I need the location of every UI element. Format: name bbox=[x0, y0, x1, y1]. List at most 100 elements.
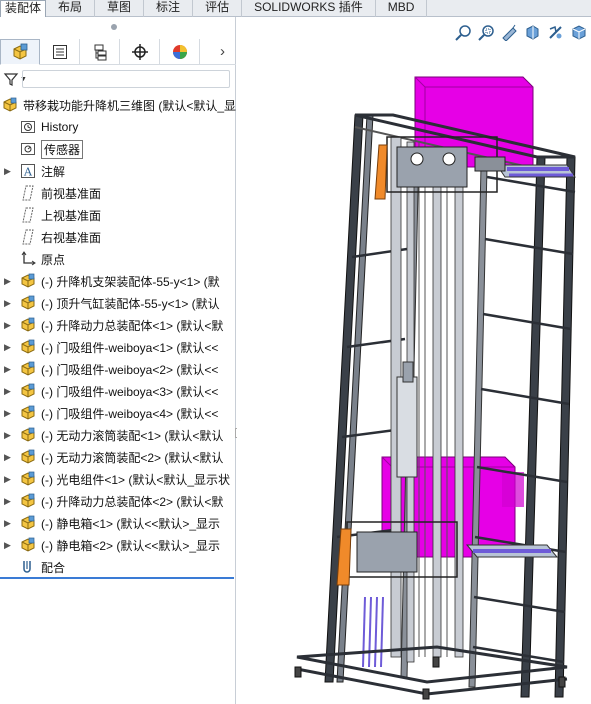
tab-evaluate[interactable]: 评估 bbox=[193, 0, 243, 17]
expand-arrow-icon[interactable]: ▶ bbox=[4, 474, 12, 485]
tree-item-front-plane[interactable]: 前视基准面 bbox=[0, 182, 236, 204]
tree-item-subassembly[interactable]: ▶ (-) 光电组件<1> (默认<默认_显示状 bbox=[0, 468, 236, 490]
tree-item-origin[interactable]: 原点 bbox=[0, 248, 236, 270]
subassembly-icon bbox=[20, 405, 36, 421]
tab-layout[interactable]: 布局 bbox=[46, 0, 96, 17]
tree-item-label: (-) 升降机支架装配体-55-y<1> (默 bbox=[41, 274, 220, 289]
tree-item-mates[interactable]: 配合 bbox=[0, 556, 236, 578]
expand-arrow-icon[interactable]: ▶ bbox=[4, 298, 12, 309]
property-manager-icon bbox=[52, 44, 67, 59]
expand-arrow-icon[interactable]: ▶ bbox=[4, 276, 12, 287]
tree-item-label: 上视基准面 bbox=[41, 208, 102, 223]
solidworks-window: 装配体 布局 草图 标注 评估 SOLIDWORKS 插件 MBD › ▼ 带移… bbox=[0, 0, 591, 704]
tree-item-sensors[interactable]: 传感器 bbox=[0, 138, 236, 160]
mates-icon bbox=[20, 559, 36, 575]
feature-manager-panel: › ▼ 带移栽功能升降机三维图 (默认<默认_显 History 传感器 ▶ A… bbox=[0, 17, 236, 704]
property-manager-tab[interactable] bbox=[40, 38, 80, 65]
tree-item-subassembly[interactable]: ▶ (-) 升降机支架装配体-55-y<1> (默 bbox=[0, 270, 236, 292]
assembly-icon bbox=[2, 97, 18, 113]
expand-arrow-icon[interactable]: ▶ bbox=[4, 386, 12, 397]
tree-item-label: (-) 升降动力总装配体<1> (默认<默 bbox=[41, 318, 224, 333]
configuration-manager-icon bbox=[94, 44, 106, 60]
filter-icon[interactable] bbox=[3, 71, 19, 87]
tab-markup[interactable]: 标注 bbox=[144, 0, 194, 17]
rollback-bar[interactable] bbox=[0, 577, 234, 579]
graphics-area[interactable] bbox=[237, 17, 591, 704]
subassembly-icon bbox=[20, 383, 36, 399]
expand-arrow-icon[interactable]: ▶ bbox=[4, 540, 12, 551]
tree-item-label: 原点 bbox=[41, 252, 66, 267]
tree-item-subassembly[interactable]: ▶ (-) 升降动力总装配体<2> (默认<默 bbox=[0, 490, 236, 512]
tree-item-label: (-) 无动力滚筒装配<2> (默认<默认 bbox=[41, 450, 224, 465]
tree-item-label: (-) 静电箱<1> (默认<<默认>_显示 bbox=[41, 516, 221, 531]
subassembly-icon bbox=[20, 515, 36, 531]
tree-item-subassembly[interactable]: ▶ (-) 门吸组件-weiboya<4> (默认<< bbox=[0, 402, 236, 424]
expand-arrow-icon[interactable]: ▶ bbox=[4, 518, 12, 529]
tree-item-subassembly[interactable]: ▶ (-) 无动力滚筒装配<2> (默认<默认 bbox=[0, 446, 236, 468]
configuration-manager-tab[interactable] bbox=[80, 38, 120, 65]
tree-item-label: (-) 无动力滚筒装配<1> (默认<默认 bbox=[41, 428, 224, 443]
plane-icon bbox=[20, 185, 36, 201]
dimxpert-manager-tab[interactable] bbox=[120, 38, 160, 65]
display-manager-tab[interactable] bbox=[160, 38, 200, 65]
plane-icon bbox=[20, 229, 36, 245]
tree-item-label: 右视基准面 bbox=[41, 230, 102, 245]
plane-icon bbox=[20, 207, 36, 223]
expand-arrow-icon[interactable]: ▶ bbox=[4, 342, 12, 353]
sensor-icon bbox=[20, 141, 36, 157]
tree-item-label: 传感器 bbox=[41, 139, 84, 159]
tree-item-label: (-) 升降动力总装配体<2> (默认<默 bbox=[41, 494, 224, 509]
tree-root-label: 带移栽功能升降机三维图 (默认<默认_显 bbox=[23, 98, 236, 113]
dimxpert-icon bbox=[131, 43, 148, 60]
tree-item-label: 前视基准面 bbox=[41, 186, 102, 201]
expand-arrow-icon[interactable]: ▶ bbox=[4, 320, 12, 331]
lifter-3d-model[interactable] bbox=[237, 17, 591, 704]
subassembly-icon bbox=[20, 427, 36, 443]
tree-item-label: 配合 bbox=[41, 560, 66, 575]
tree-item-annotations[interactable]: ▶ A 注解 bbox=[0, 160, 236, 182]
assembly-tree-icon bbox=[13, 43, 28, 60]
more-tabs-arrow[interactable]: › bbox=[220, 43, 225, 60]
tree-item-label: (-) 门吸组件-weiboya<2> (默认<< bbox=[41, 362, 219, 377]
feature-manager-tree-tab[interactable] bbox=[0, 38, 40, 65]
tree-item-right-plane[interactable]: 右视基准面 bbox=[0, 226, 236, 248]
expand-arrow-icon[interactable]: ▶ bbox=[4, 452, 12, 463]
tree-item-subassembly[interactable]: ▶ (-) 顶升气缸装配体-55-y<1> (默认 bbox=[0, 292, 236, 314]
tree-item-subassembly[interactable]: ▶ (-) 静电箱<1> (默认<<默认>_显示 bbox=[0, 512, 236, 534]
tree-item-history[interactable]: History bbox=[0, 116, 236, 138]
subassembly-icon bbox=[20, 339, 36, 355]
subassembly-icon bbox=[20, 273, 36, 289]
expand-arrow-icon[interactable]: ▶ bbox=[4, 496, 12, 507]
tree-item-label: History bbox=[41, 120, 79, 134]
tree-item-subassembly[interactable]: ▶ (-) 升降动力总装配体<1> (默认<默 bbox=[0, 314, 236, 336]
tree-item-subassembly[interactable]: ▶ (-) 门吸组件-weiboya<3> (默认<< bbox=[0, 380, 236, 402]
tree-item-label: (-) 门吸组件-weiboya<3> (默认<< bbox=[41, 384, 219, 399]
tab-solidworks-addins[interactable]: SOLIDWORKS 插件 bbox=[242, 0, 376, 17]
tree-item-subassembly[interactable]: ▶ (-) 门吸组件-weiboya<2> (默认<< bbox=[0, 358, 236, 380]
svg-text:A: A bbox=[23, 166, 33, 179]
tree-item-subassembly[interactable]: ▶ (-) 静电箱<2> (默认<<默认>_显示 bbox=[0, 534, 236, 556]
tab-sketch[interactable]: 草图 bbox=[95, 0, 145, 17]
annotation-icon: A bbox=[20, 163, 36, 179]
display-manager-icon bbox=[172, 44, 187, 59]
subassembly-icon bbox=[20, 317, 36, 333]
tab-mbd[interactable]: MBD bbox=[376, 0, 428, 17]
origin-icon bbox=[20, 251, 36, 267]
expand-arrow-icon[interactable]: ▶ bbox=[4, 408, 12, 419]
tree-item-top-plane[interactable]: 上视基准面 bbox=[0, 204, 236, 226]
tree-item-label: 注解 bbox=[41, 164, 66, 179]
tab-assembly[interactable]: 装配体 bbox=[0, 0, 47, 17]
tree-item-label: (-) 顶升气缸装配体-55-y<1> (默认 bbox=[41, 296, 220, 311]
subassembly-icon bbox=[20, 449, 36, 465]
tree-root[interactable]: 带移栽功能升降机三维图 (默认<默认_显 bbox=[0, 94, 236, 116]
command-manager-tabs: 装配体 布局 草图 标注 评估 SOLIDWORKS 插件 MBD bbox=[0, 0, 591, 17]
tree-item-label: (-) 静电箱<2> (默认<<默认>_显示 bbox=[41, 538, 221, 553]
tree-item-subassembly[interactable]: ▶ (-) 门吸组件-weiboya<1> (默认<< bbox=[0, 336, 236, 358]
expand-arrow-icon[interactable]: ▶ bbox=[4, 364, 12, 375]
expand-arrow-icon[interactable]: ▶ bbox=[4, 166, 12, 177]
panel-grip[interactable] bbox=[111, 24, 117, 30]
expand-arrow-icon[interactable]: ▶ bbox=[4, 430, 12, 441]
feature-manager-tabs: › bbox=[0, 38, 236, 65]
filter-input[interactable] bbox=[22, 70, 230, 88]
tree-item-subassembly[interactable]: ▶ (-) 无动力滚筒装配<1> (默认<默认 bbox=[0, 424, 236, 446]
